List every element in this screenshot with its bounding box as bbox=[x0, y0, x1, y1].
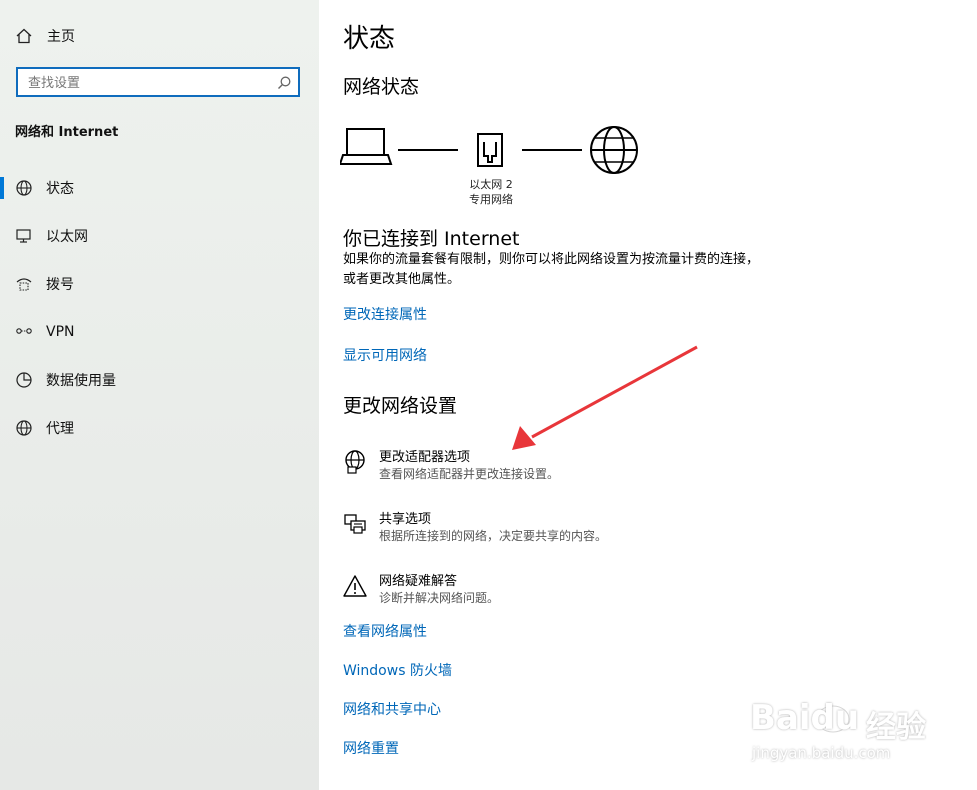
annotation-arrow-head bbox=[512, 426, 536, 450]
watermark-brand-cn: 经验 bbox=[866, 710, 926, 745]
watermark-brand: Baidu bbox=[750, 698, 860, 738]
baidu-watermark: Baidu 经验 jingyan.baidu.com bbox=[748, 682, 938, 772]
annotation-arrow-shaft bbox=[531, 345, 698, 439]
watermark-url: jingyan.baidu.com bbox=[752, 744, 891, 762]
annotation-arrow bbox=[512, 345, 698, 450]
